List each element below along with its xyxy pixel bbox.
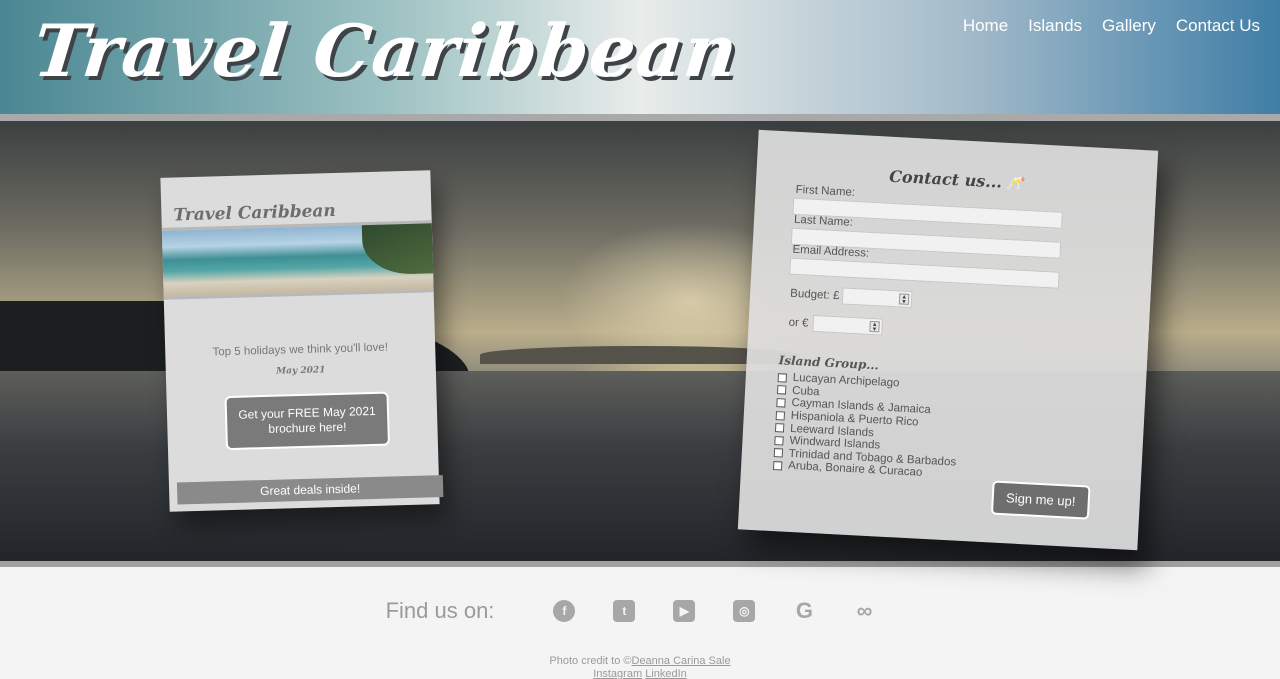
nav-gallery[interactable]: Gallery bbox=[1102, 16, 1156, 36]
twitter-icon[interactable]: t bbox=[613, 600, 636, 622]
credit-prefix: Photo credit to © bbox=[549, 655, 632, 667]
header-divider bbox=[0, 114, 1280, 121]
budget-gbp-input[interactable]: ▴ ▾ bbox=[841, 287, 913, 309]
contact-form: Contact us... 🥂 First Name: Last Name: Em… bbox=[737, 129, 1159, 551]
main-nav: Home Islands Gallery Contact Us bbox=[963, 16, 1260, 36]
credit-line: Photo credit to ©Deanna Carina Sale bbox=[0, 655, 1280, 668]
brochure-date: May 2021 bbox=[276, 365, 326, 377]
checkbox[interactable] bbox=[772, 460, 783, 471]
checkbox[interactable] bbox=[776, 385, 787, 395]
first-name-label: First Name: bbox=[795, 183, 856, 199]
last-name-label: Last Name: bbox=[793, 213, 854, 229]
budget-eur-spinner[interactable]: ▴ ▾ bbox=[869, 320, 880, 333]
photo-credit: Photo credit to ©Deanna Carina Sale Inst… bbox=[0, 655, 1280, 679]
checkbox[interactable] bbox=[774, 435, 784, 446]
budget-gbp-label: Budget: £ bbox=[789, 287, 840, 303]
google-icon[interactable]: G bbox=[793, 600, 815, 622]
budget-eur-input[interactable]: ▴ ▾ bbox=[812, 314, 884, 336]
checkbox[interactable] bbox=[773, 448, 784, 458]
beach-trees bbox=[361, 223, 434, 276]
credit-name-link[interactable]: Deanna Carina Sale bbox=[632, 655, 731, 667]
brochure-title: Travel Caribbean bbox=[173, 200, 337, 226]
brochure-tagline: Top 5 holidays we think you'll love! bbox=[212, 341, 389, 359]
instagram-link[interactable]: Instagram bbox=[593, 668, 642, 679]
instagram-icon[interactable]: ◎ bbox=[733, 600, 756, 622]
checkbox[interactable] bbox=[775, 410, 786, 421]
contact-title-text: Contact us... bbox=[888, 166, 1003, 192]
nav-islands[interactable]: Islands bbox=[1028, 16, 1082, 36]
cheers-glasses-icon: 🥂 bbox=[1005, 175, 1024, 193]
site-logo[interactable]: Travel Caribbean bbox=[30, 8, 743, 93]
linkedin-link[interactable]: LinkedIn bbox=[645, 668, 687, 679]
brochure-download-button[interactable]: Get your FREE May 2021 brochure here! bbox=[224, 391, 390, 451]
email-field[interactable] bbox=[789, 257, 1060, 289]
budget-eur-label: or € bbox=[788, 316, 809, 330]
nav-contact-us[interactable]: Contact Us bbox=[1176, 16, 1260, 36]
site-header: Travel Caribbean Home Islands Gallery Co… bbox=[0, 0, 1280, 114]
tripadvisor-icon[interactable]: ∞ bbox=[853, 600, 875, 622]
island-group-options: Lucayan Archipelago Cuba Cayman Islands … bbox=[772, 371, 961, 481]
social-links: Find us on: f t ▶ ◎ G ∞ bbox=[0, 595, 1280, 627]
checkbox[interactable] bbox=[774, 423, 785, 433]
option-label: Cuba bbox=[791, 384, 820, 399]
beach-photo bbox=[161, 220, 434, 300]
checkbox[interactable] bbox=[777, 372, 788, 383]
sign-me-up-button[interactable]: Sign me up! bbox=[990, 480, 1091, 520]
facebook-icon[interactable]: f bbox=[553, 600, 576, 622]
island-group-title: Island Group... bbox=[778, 353, 880, 373]
brochure-card: Travel Caribbean Top 5 holidays we think… bbox=[160, 170, 444, 512]
credit-links: Instagram LinkedIn bbox=[0, 668, 1280, 679]
nav-home[interactable]: Home bbox=[963, 16, 1008, 36]
find-us-label: Find us on: bbox=[385, 598, 495, 623]
youtube-icon[interactable]: ▶ bbox=[673, 600, 696, 622]
brochure-footer: Great deals inside! bbox=[176, 475, 444, 505]
budget-gbp-spinner[interactable]: ▴ ▾ bbox=[898, 293, 910, 306]
hero-divider bbox=[0, 561, 1280, 567]
checkbox[interactable] bbox=[776, 398, 786, 408]
